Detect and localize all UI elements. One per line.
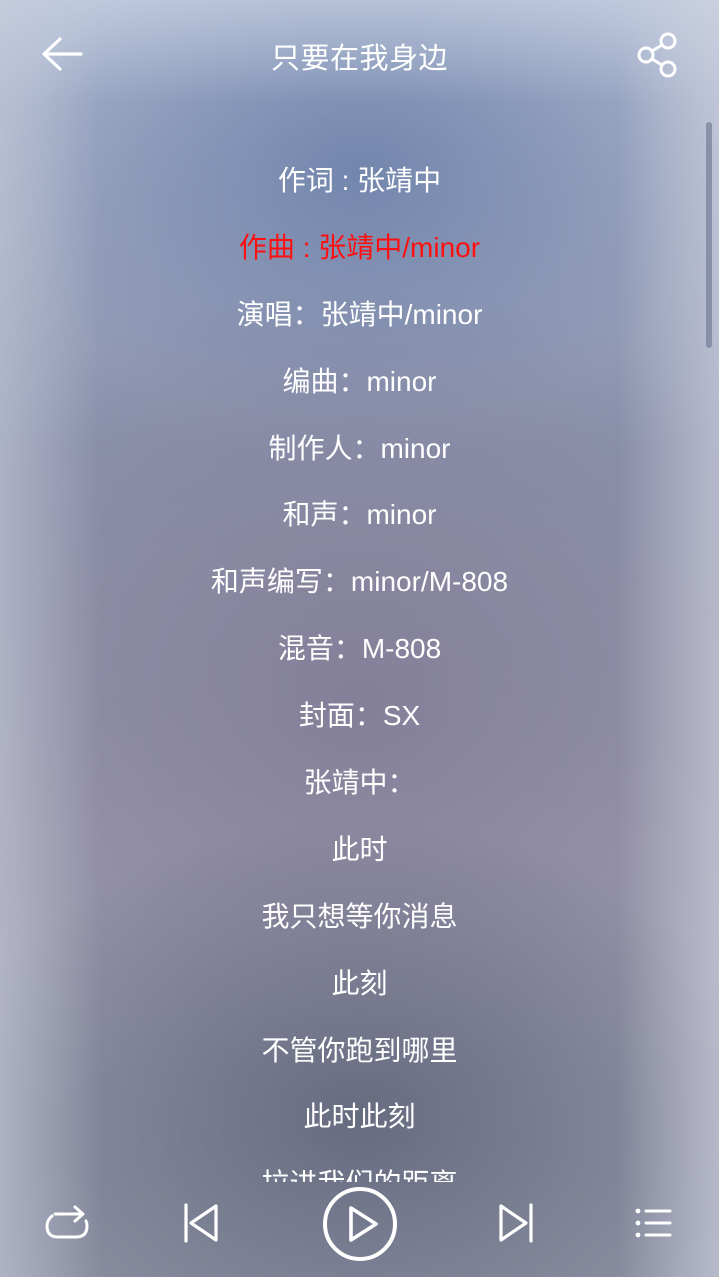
lyric-line[interactable]: 演唱：张靖中/minor	[0, 282, 719, 349]
lyric-line-active[interactable]: 作曲 : 张靖中/minor	[0, 215, 719, 282]
skip-next-icon	[499, 1203, 533, 1243]
play-button[interactable]	[321, 1185, 399, 1263]
repeat-icon	[45, 1205, 89, 1239]
arrow-left-icon	[42, 37, 83, 71]
lyric-line[interactable]: 和声编写：minor/M-808	[0, 549, 719, 616]
lyric-line[interactable]: 张靖中：	[0, 750, 719, 817]
song-title: 只要在我身边	[270, 43, 448, 75]
back-button[interactable]	[38, 32, 88, 76]
lyric-line[interactable]: 混音：M-808	[0, 616, 719, 683]
previous-button[interactable]	[178, 1199, 222, 1247]
lyric-line[interactable]: 此时此刻	[0, 1084, 719, 1151]
next-button[interactable]	[495, 1199, 539, 1247]
lyric-line[interactable]: 不管你跑到哪里	[0, 1018, 719, 1085]
playlist-icon	[635, 1208, 672, 1238]
lyric-line[interactable]: 封面：SX	[0, 683, 719, 750]
lyrics-panel[interactable]: 作词 : 张靖中 作曲 : 张靖中/minor 演唱：张靖中/minor 编曲：min…	[0, 148, 719, 1182]
playlist-button[interactable]	[632, 1202, 676, 1244]
lyrics-list: 作词 : 张靖中 作曲 : 张靖中/minor 演唱：张靖中/minor 编曲：min…	[0, 148, 719, 1182]
skip-previous-icon	[184, 1203, 218, 1243]
lyric-line[interactable]: 此时	[0, 817, 719, 884]
lyric-line[interactable]: 作词 : 张靖中	[0, 148, 719, 215]
loop-button[interactable]	[42, 1202, 92, 1244]
play-icon	[323, 1187, 397, 1261]
top-bar: 只要在我身边	[0, 0, 719, 118]
lyric-line[interactable]: 此刻	[0, 951, 719, 1018]
lyric-line[interactable]: 拉进我们的距离	[0, 1151, 719, 1182]
player-controls	[0, 1182, 719, 1277]
lyric-line[interactable]: 制作人：minor	[0, 416, 719, 483]
share-icon	[637, 32, 677, 78]
lyric-line[interactable]: 编曲：minor	[0, 349, 719, 416]
lyric-line[interactable]: 和声：minor	[0, 482, 719, 549]
share-button[interactable]	[632, 30, 684, 80]
lyric-line[interactable]: 我只想等你消息	[0, 884, 719, 951]
